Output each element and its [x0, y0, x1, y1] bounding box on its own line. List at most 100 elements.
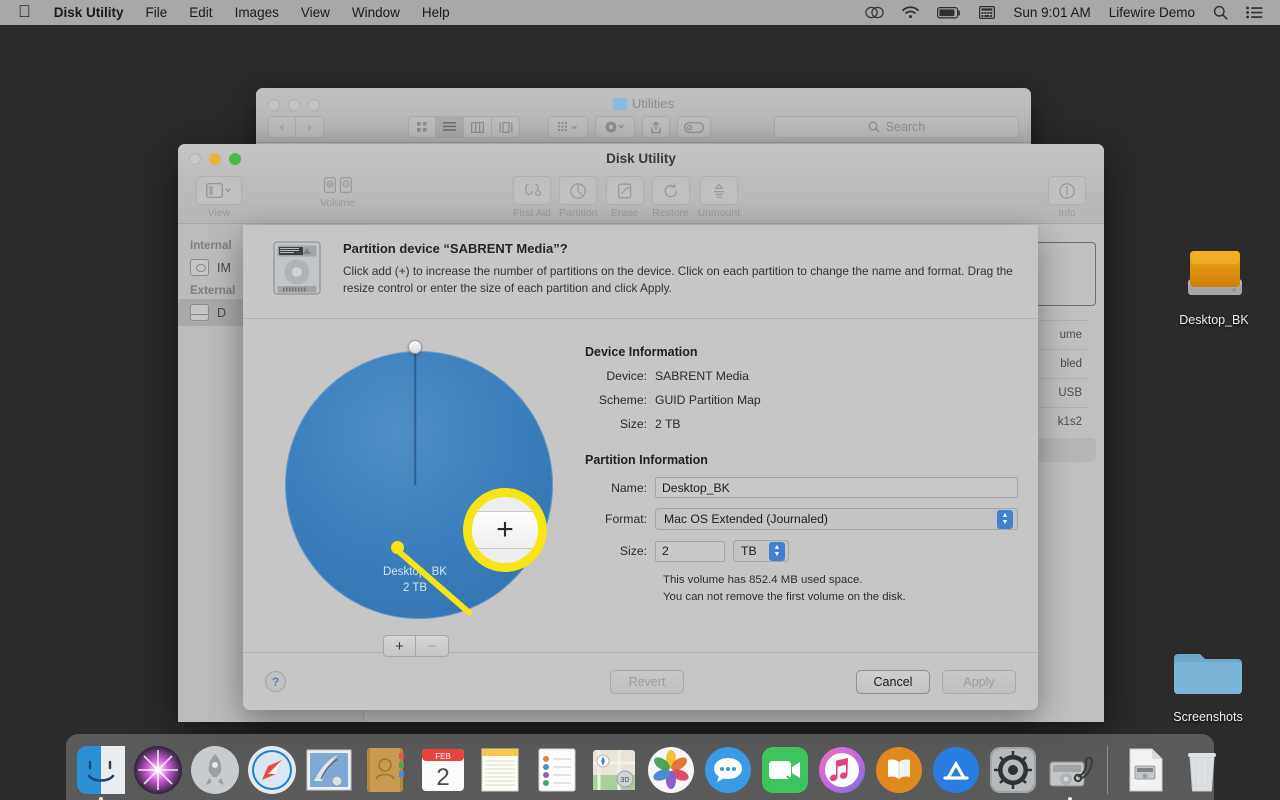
folder-icon	[1174, 654, 1242, 694]
tag-button[interactable]	[677, 116, 711, 138]
partition-name-input[interactable]: Desktop_BK	[655, 477, 1018, 498]
notification-center-icon[interactable]	[1237, 6, 1272, 19]
partition-icon	[559, 176, 598, 205]
sheet-main: Desktop_BK 2 TB + + − Device Information…	[243, 319, 1038, 657]
dock-item-contacts[interactable]	[359, 743, 413, 797]
dock-item-app-store[interactable]	[929, 743, 983, 797]
menu-item-file[interactable]: File	[135, 3, 179, 22]
partition-format-select[interactable]: Mac OS Extended (Journaled) ▲ ▼	[655, 508, 1018, 530]
menu-bar-clock[interactable]: Sun 9:01 AM	[1004, 5, 1099, 20]
dock-item-photos[interactable]	[644, 743, 698, 797]
volume-remove-icon[interactable]	[338, 176, 354, 197]
dock-item-finder[interactable]	[74, 743, 128, 797]
minimize-button[interactable]	[209, 153, 221, 165]
dock-item-system-preferences[interactable]	[986, 743, 1040, 797]
back-button[interactable]: ‹	[268, 116, 296, 138]
finder-title-text: Utilities	[632, 96, 674, 111]
chevron-updown-icon[interactable]: ▲ ▼	[997, 509, 1013, 529]
zoom-button[interactable]	[229, 153, 241, 165]
dock-item-siri[interactable]	[131, 743, 185, 797]
desktop-icon-screenshots[interactable]: Screenshots	[1153, 640, 1263, 724]
group-by-button[interactable]	[548, 116, 588, 138]
help-button[interactable]: ?	[265, 671, 286, 692]
share-button[interactable]	[642, 116, 670, 138]
apply-button[interactable]: Apply	[942, 669, 1016, 694]
menu-bar-status: Sun 9:01 AM Lifewire Demo	[856, 5, 1272, 20]
column-view-button[interactable]	[464, 116, 492, 138]
toolbar-label: Unmount	[697, 207, 741, 219]
dock-item-launchpad[interactable]	[188, 743, 242, 797]
finder-titlebar[interactable]: Utilities ‹ › Search	[256, 88, 1031, 143]
chevron-updown-icon[interactable]: ▲ ▼	[769, 541, 785, 561]
dock-item-calendar[interactable]: FEB 2	[416, 743, 470, 797]
sidebar-view-icon	[196, 176, 242, 205]
partition-size-unit-value: TB	[741, 544, 757, 558]
spotlight-search-icon[interactable]	[1204, 5, 1237, 20]
toolbar-unmount-button[interactable]: Unmount	[697, 176, 741, 219]
dock-item-facetime[interactable]	[758, 743, 812, 797]
finder-search-field[interactable]: Search	[774, 116, 1019, 138]
battery-icon[interactable]	[928, 6, 970, 19]
field-label: Name:	[611, 480, 647, 495]
menu-item-images[interactable]: Images	[224, 3, 290, 22]
menu-item-window[interactable]: Window	[341, 3, 411, 22]
menu-item-disk-utility[interactable]: Disk Utility	[43, 3, 135, 22]
dock-item-itunes[interactable]	[815, 743, 869, 797]
cancel-button[interactable]: Cancel	[856, 669, 930, 694]
toolbar-info-button[interactable]: Info	[1048, 176, 1086, 219]
desktop-icon-desktop-bk[interactable]: Desktop_BK	[1159, 243, 1269, 327]
dock-item-books[interactable]	[872, 743, 926, 797]
remove-partition-button[interactable]: −	[416, 635, 449, 657]
dock-item-safari[interactable]	[245, 743, 299, 797]
first-aid-icon	[513, 176, 552, 205]
apple-menu-icon[interactable]: 	[8, 3, 43, 22]
revert-button[interactable]: Revert	[610, 669, 684, 694]
partition-slice-desktop-bk[interactable]	[285, 351, 553, 619]
list-view-button[interactable]	[436, 116, 464, 138]
action-gear-button[interactable]	[595, 116, 635, 138]
menu-item-edit[interactable]: Edit	[178, 3, 223, 22]
dock-item-notes[interactable]	[473, 743, 527, 797]
wifi-icon[interactable]	[893, 6, 928, 19]
device-row-size: Size: 2 TB	[585, 417, 1018, 431]
dock-item-reminders[interactable]	[530, 743, 584, 797]
toolbar-restore-button[interactable]: Restore	[651, 176, 690, 219]
dock-item-disk-utility[interactable]	[1043, 743, 1097, 797]
gallery-view-button[interactable]	[492, 116, 520, 138]
dock-item-maps[interactable]: 3D	[587, 743, 641, 797]
disk-utility-titlebar[interactable]: Disk Utility	[178, 144, 1104, 174]
forward-button[interactable]: ›	[296, 116, 324, 138]
toolbar-erase-button[interactable]: Erase	[605, 176, 644, 219]
disk-utility-toolbar: View Volume First Aid Partition Erase Re…	[178, 174, 1104, 224]
dock-item-downloads-stack[interactable]	[1118, 743, 1172, 797]
cloud-sync-icon[interactable]	[856, 6, 893, 19]
toolbar-first-aid-button[interactable]: First Aid	[513, 176, 552, 219]
menu-item-view[interactable]: View	[290, 3, 341, 22]
device-row-device: Device: SABRENT Media	[585, 369, 1018, 383]
dock-item-trash[interactable]	[1175, 743, 1229, 797]
toolbar-view-button[interactable]: View	[196, 176, 242, 219]
callout-anchor-dot	[391, 541, 404, 554]
menu-item-help[interactable]: Help	[411, 3, 461, 22]
close-button[interactable]	[189, 153, 201, 165]
unmount-icon	[699, 176, 738, 205]
partition-resize-handle[interactable]	[408, 340, 422, 354]
toolbar-label: Partition	[559, 207, 598, 219]
toolbar-partition-button[interactable]: Partition	[559, 176, 598, 219]
field-label: Size:	[619, 544, 647, 558]
icon-view-button[interactable]	[408, 116, 436, 138]
menu-bar-user[interactable]: Lifewire Demo	[1100, 5, 1204, 20]
erase-icon	[605, 176, 644, 205]
internal-disk-icon	[190, 259, 209, 276]
add-partition-button[interactable]: +	[383, 635, 416, 657]
finder-search-placeholder: Search	[885, 120, 926, 134]
dock-item-mail[interactable]	[302, 743, 356, 797]
partition-size-input[interactable]: 2	[655, 540, 725, 562]
toolbar-volume-group[interactable]: Volume	[320, 176, 355, 209]
magnified-add-button[interactable]: +	[472, 511, 538, 549]
input-source-icon[interactable]	[970, 6, 1004, 19]
volume-add-icon[interactable]	[322, 176, 338, 197]
partition-size-unit-select[interactable]: TB ▲ ▼	[733, 540, 789, 562]
dock-item-messages[interactable]	[701, 743, 755, 797]
partition-pie-chart[interactable]: Desktop_BK 2 TB	[277, 340, 553, 619]
